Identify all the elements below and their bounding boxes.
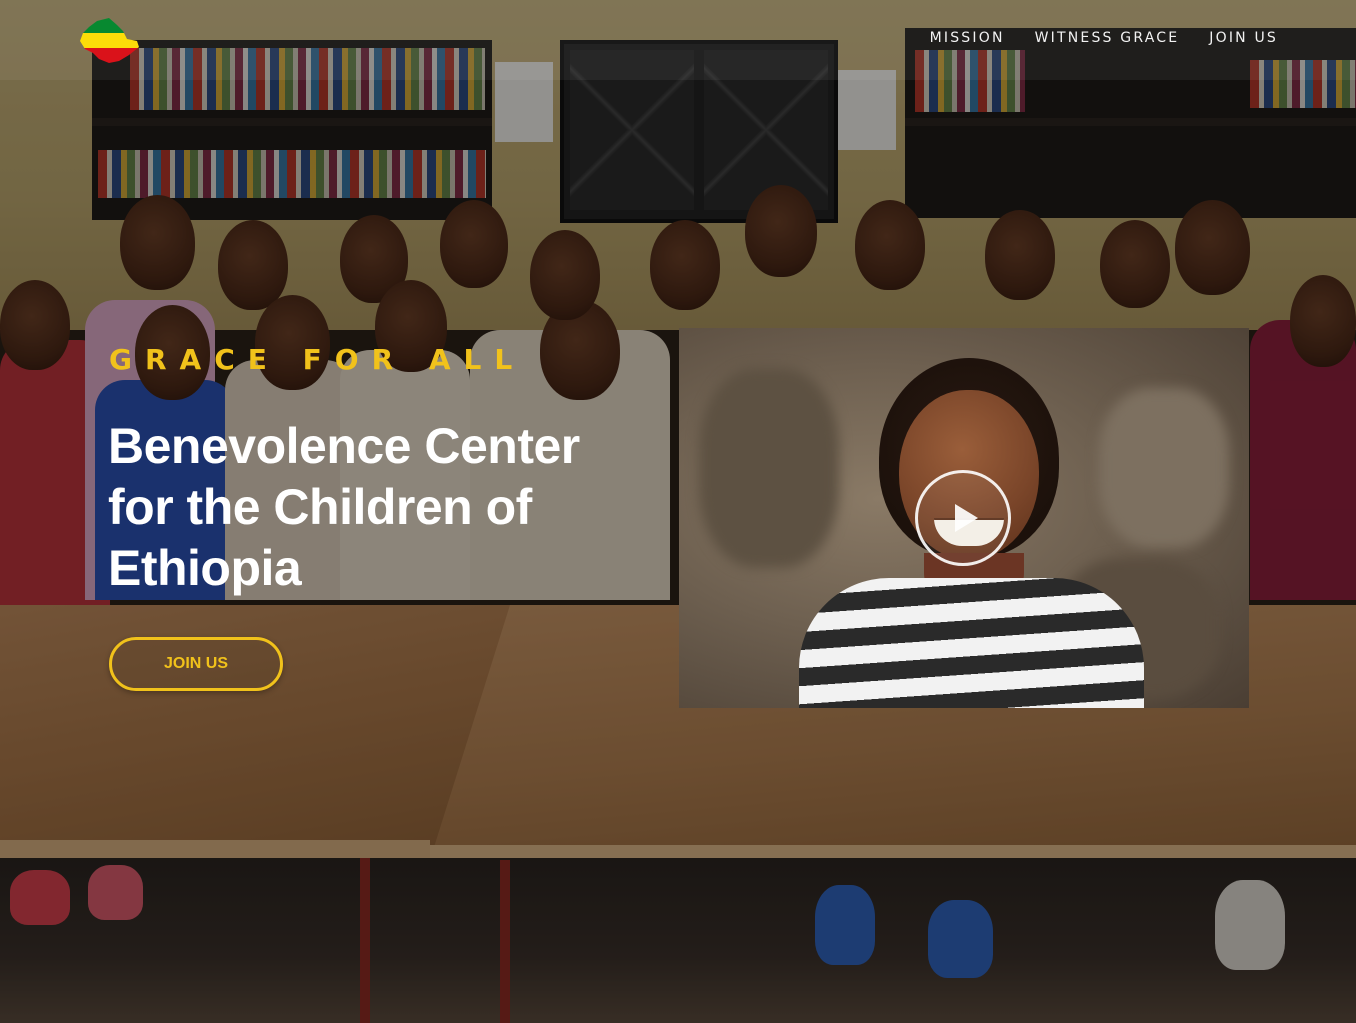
flag-red-band: [80, 48, 139, 63]
join-us-button[interactable]: JOIN US: [109, 637, 283, 691]
ethiopia-map-logo[interactable]: [79, 17, 139, 63]
play-icon: [955, 504, 978, 532]
play-button[interactable]: [915, 470, 1011, 566]
hero-headline: Benevolence Center for the Children of E…: [108, 418, 580, 596]
flag-yellow-band: [80, 33, 139, 48]
background-blur: [699, 368, 839, 568]
nav-link-join-us[interactable]: JOIN US: [1209, 30, 1278, 46]
hero-eyebrow: GRACE FOR ALL: [109, 343, 526, 376]
video-player[interactable]: [679, 328, 1249, 708]
nav-link-mission[interactable]: MISSION: [930, 30, 1005, 46]
nav-link-witness-grace[interactable]: WITNESS GRACE: [1035, 30, 1180, 46]
background-blur: [1099, 388, 1229, 548]
flag-green-band: [80, 18, 139, 33]
main-nav: MISSION WITNESS GRACE JOIN US: [930, 30, 1278, 46]
girl-striped-shirt: [799, 578, 1144, 708]
site-header: MISSION WITNESS GRACE JOIN US: [0, 0, 1356, 80]
